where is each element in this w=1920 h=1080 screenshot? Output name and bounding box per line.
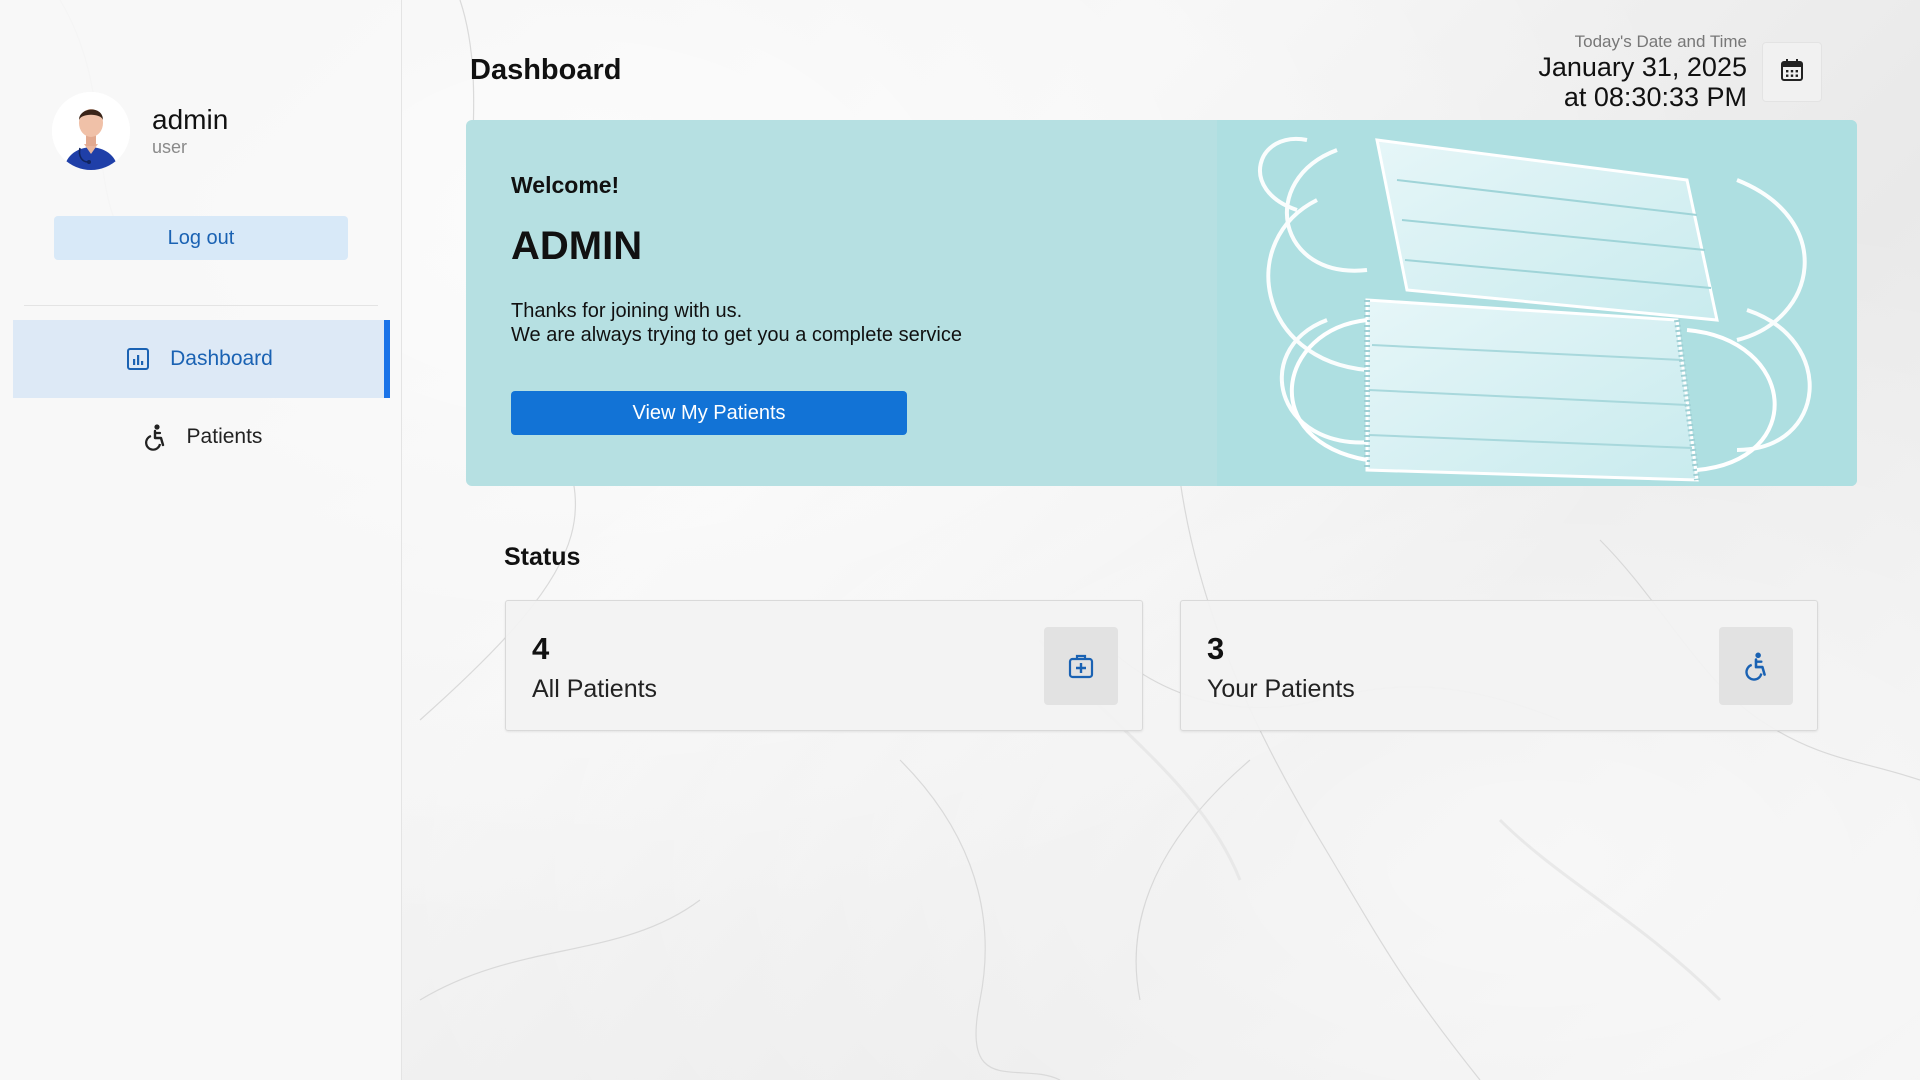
accessible-icon <box>141 423 169 451</box>
face-mask-illustration <box>1217 120 1857 486</box>
stat-card-your-patients[interactable]: 3 Your Patients <box>1180 600 1818 731</box>
sidebar-item-dashboard[interactable]: Dashboard <box>13 320 390 398</box>
sidebar-item-label: Patients <box>186 425 263 448</box>
sidebar-item-patients[interactable]: Patients <box>13 398 390 476</box>
accessible-icon <box>1719 627 1793 705</box>
stat-label: All Patients <box>532 675 658 703</box>
user-name: admin <box>152 104 229 135</box>
banner-message-line-1: Thanks for joining with us. <box>511 300 743 322</box>
stat-card-all-patients[interactable]: 4 All Patients <box>505 600 1143 731</box>
calendar-button[interactable] <box>1762 42 1822 102</box>
current-time: at 08:30:33 PM <box>1563 82 1747 112</box>
sidebar-item-label: Dashboard <box>170 347 273 370</box>
banner-user-name: ADMIN <box>511 224 643 268</box>
calendar-icon <box>1779 57 1805 88</box>
stat-label: Your Patients <box>1207 675 1355 703</box>
welcome-banner: Welcome! ADMIN Thanks for joining with u… <box>466 120 1857 486</box>
user-role: user <box>152 137 188 157</box>
view-my-patients-button[interactable]: View My Patients <box>511 391 907 435</box>
sidebar: admin user Log out Dashboard Patients <box>0 0 402 1080</box>
user-profile: admin user <box>52 92 228 170</box>
status-heading: Status <box>504 543 581 571</box>
stat-value: 4 <box>532 631 550 666</box>
stat-value: 3 <box>1207 631 1225 666</box>
sidebar-divider <box>24 305 378 306</box>
date-time-display: Today's Date and Time January 31, 2025 a… <box>1538 32 1747 112</box>
current-date: January 31, 2025 <box>1538 52 1747 82</box>
logout-button[interactable]: Log out <box>54 216 348 260</box>
bar-chart-icon <box>124 345 152 373</box>
banner-message-line-2: We are always trying to get you a comple… <box>511 324 962 346</box>
date-time-caption: Today's Date and Time <box>1574 32 1747 51</box>
welcome-heading: Welcome! <box>511 172 620 198</box>
avatar <box>52 92 130 170</box>
page-title: Dashboard <box>470 54 622 86</box>
medical-kit-icon <box>1044 627 1118 705</box>
